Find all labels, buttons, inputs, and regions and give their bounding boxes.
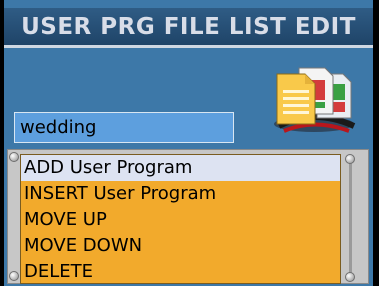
- scrollbar[interactable]: [344, 154, 358, 284]
- menu-list: ADD User Program INSERT User Program MOV…: [7, 149, 369, 284]
- documents-icon: [259, 56, 364, 140]
- scroll-bottom-left-knob: [9, 271, 19, 281]
- scroll-track[interactable]: [349, 162, 352, 276]
- page-title: USER PRG FILE LIST EDIT: [4, 8, 373, 48]
- menu-item-move-up[interactable]: MOVE UP: [21, 207, 340, 233]
- menu-items: ADD User Program INSERT User Program MOV…: [20, 154, 341, 284]
- menu-item-delete[interactable]: DELETE: [21, 259, 340, 283]
- scroll-up-knob[interactable]: [345, 154, 355, 164]
- scroll-down-knob[interactable]: [345, 272, 355, 282]
- menu-item-add-user-program[interactable]: ADD User Program: [21, 155, 340, 181]
- menu-item-insert-user-program[interactable]: INSERT User Program: [21, 181, 340, 207]
- device-frame: USER PRG FILE LIST EDIT wedding ADD User…: [0, 0, 379, 286]
- menu-item-move-down[interactable]: MOVE DOWN: [21, 233, 340, 259]
- screen: USER PRG FILE LIST EDIT wedding ADD User…: [4, 0, 373, 286]
- scroll-top-left-knob: [9, 152, 19, 162]
- file-name-field[interactable]: wedding: [14, 112, 234, 143]
